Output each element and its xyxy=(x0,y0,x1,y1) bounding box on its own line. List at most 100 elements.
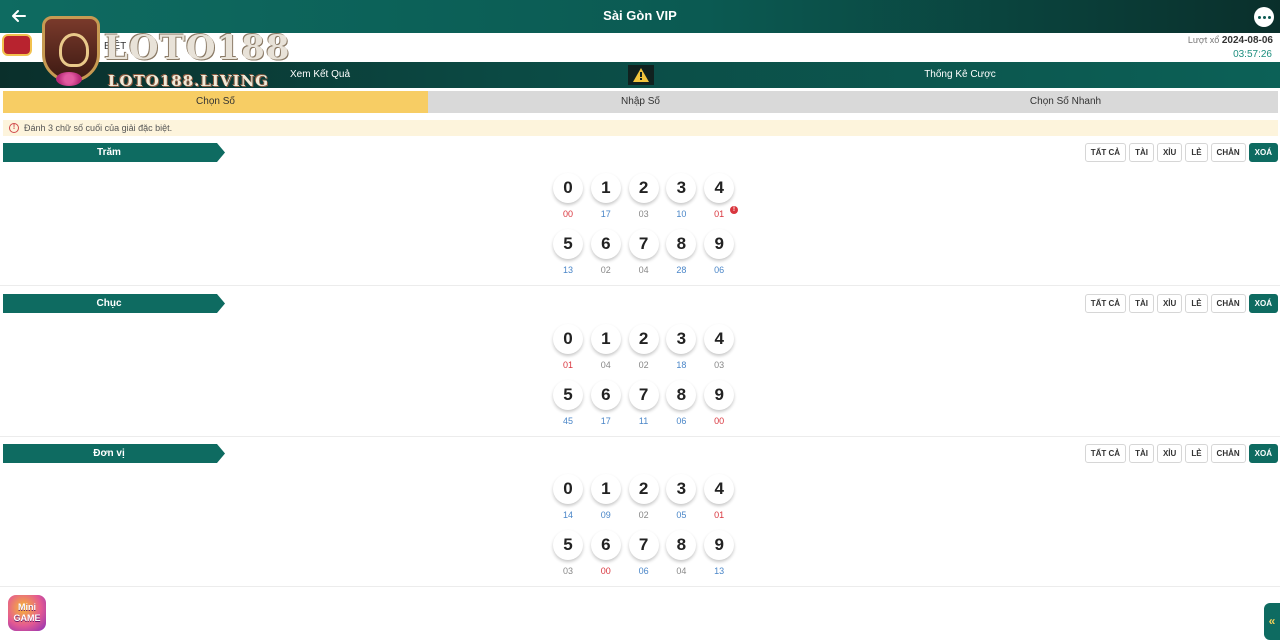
miss-count: 06 xyxy=(714,265,725,275)
tab-pick-number[interactable]: Chọn Số xyxy=(3,91,428,113)
rule-notice: ! Đánh 3 chữ số cuối của giải đặc biệt. xyxy=(3,120,1278,136)
miss-count: 00 xyxy=(714,416,725,426)
draw-date: 2024-08-06 xyxy=(1221,35,1273,46)
number-cell: 7 11 xyxy=(627,380,661,426)
number-ball[interactable]: 9 xyxy=(704,380,735,410)
clear-button[interactable]: XOÁ xyxy=(1248,294,1278,313)
low-button[interactable]: XỈU xyxy=(1156,444,1183,463)
number-ball[interactable]: 8 xyxy=(666,229,697,259)
digit-section-units: Đơn vị TẤT CẢ TÀI XỈU LẺ CHẴN XOÁ 0 14 1 09 2 02 3 05 4… xyxy=(0,444,1280,587)
number-cell: 5 13 xyxy=(551,229,585,275)
number-cell: 1 04 xyxy=(589,324,623,370)
miss-count: 02 xyxy=(600,265,611,275)
clear-button[interactable]: XOÁ xyxy=(1248,143,1278,162)
number-ball[interactable]: 7 xyxy=(628,229,659,259)
number-cell: 1 09 xyxy=(589,474,623,520)
countdown-timer: 03:57:26 xyxy=(1233,49,1272,60)
number-ball[interactable]: 2 xyxy=(628,474,659,504)
section-label: Đơn vị xyxy=(3,444,225,463)
flower-icon xyxy=(56,72,82,86)
odd-button[interactable]: LẺ xyxy=(1185,143,1208,162)
number-cell: 0 14 xyxy=(551,474,585,520)
pick-mode-tabs: Chọn Số Nhập Số Chọn Số Nhanh xyxy=(3,91,1278,113)
side-collapse-button[interactable]: « xyxy=(1264,603,1280,640)
miss-count: 02 xyxy=(638,510,649,520)
low-button[interactable]: XỈU xyxy=(1156,294,1183,313)
draw-label-text: Lượt xổ xyxy=(1187,35,1220,45)
even-button[interactable]: CHẴN xyxy=(1210,143,1246,162)
number-ball[interactable]: 4 xyxy=(704,324,735,354)
even-button[interactable]: CHẴN xyxy=(1210,444,1246,463)
brand-name: LOTO188 xyxy=(104,28,291,68)
even-button[interactable]: CHẴN xyxy=(1210,294,1246,313)
number-ball[interactable]: 7 xyxy=(628,530,659,560)
number-cell: 8 28 xyxy=(664,229,698,275)
draw-label: Lượt xổ 2024-08-06 xyxy=(1188,35,1273,46)
high-button[interactable]: TÀI xyxy=(1129,143,1154,162)
bet-statistics-link[interactable]: Thống Kê Cược xyxy=(640,69,1280,80)
more-options-icon[interactable] xyxy=(1254,7,1274,27)
low-button[interactable]: XỈU xyxy=(1156,143,1183,162)
number-ball[interactable]: 8 xyxy=(666,380,697,410)
number-ball[interactable]: 9 xyxy=(704,530,735,560)
select-all-button[interactable]: TẤT CẢ xyxy=(1084,143,1127,162)
digit-section-hundreds: Trăm TẤT CẢ TÀI XỈU LẺ CHẴN XOÁ 0 00 1 17 2 03 3 10 4 01… xyxy=(0,143,1280,286)
number-cell: 9 06 xyxy=(702,229,736,275)
number-ball[interactable]: 0 xyxy=(553,173,583,203)
number-ball[interactable]: 3 xyxy=(666,474,697,504)
number-ball[interactable]: 0 xyxy=(553,474,583,504)
miss-count: 13 xyxy=(714,566,725,576)
number-cell: 5 03 xyxy=(551,530,585,576)
miss-count: 03 xyxy=(638,209,649,219)
number-cell: 4 03 xyxy=(702,324,736,370)
high-button[interactable]: TÀI xyxy=(1129,294,1154,313)
miss-count: 10 xyxy=(676,209,687,219)
number-ball[interactable]: 3 xyxy=(666,324,697,354)
quick-select-group: TẤT CẢ TÀI XỈU LẺ CHẴN XOÁ xyxy=(1084,294,1278,313)
number-cell: 3 05 xyxy=(664,474,698,520)
number-cell: 1 17 xyxy=(589,173,623,219)
number-cell: 9 00 xyxy=(702,380,736,426)
odd-button[interactable]: LẺ xyxy=(1185,294,1208,313)
number-ball[interactable]: 4 xyxy=(704,474,735,504)
quick-select-group: TẤT CẢ TÀI XỈU LẺ CHẴN XOÁ xyxy=(1084,444,1278,463)
select-all-button[interactable]: TẤT CẢ xyxy=(1084,444,1127,463)
miss-count: 06 xyxy=(676,416,687,426)
number-ball[interactable]: 4 xyxy=(704,173,735,203)
high-button[interactable]: TÀI xyxy=(1129,444,1154,463)
tab-enter-number[interactable]: Nhập Số xyxy=(428,91,853,113)
number-ball[interactable]: 0 xyxy=(553,324,583,354)
select-all-button[interactable]: TẤT CẢ xyxy=(1084,294,1127,313)
number-ball[interactable]: 1 xyxy=(590,474,621,504)
clear-button[interactable]: XOÁ xyxy=(1248,444,1278,463)
number-ball[interactable]: 5 xyxy=(553,229,583,259)
number-cell: 9 13 xyxy=(702,530,736,576)
miss-count: 28 xyxy=(676,265,687,275)
number-ball[interactable]: 6 xyxy=(590,530,621,560)
number-ball[interactable]: 2 xyxy=(628,173,659,203)
number-ball[interactable]: 6 xyxy=(590,380,621,410)
number-ball[interactable]: 5 xyxy=(553,530,583,560)
number-ball[interactable]: 8 xyxy=(666,530,697,560)
number-ball[interactable]: 5 xyxy=(553,380,583,410)
miss-count: 09 xyxy=(600,510,611,520)
miss-count: 00 xyxy=(600,566,611,576)
tab-quick-pick[interactable]: Chọn Số Nhanh xyxy=(853,91,1278,113)
number-ball[interactable]: 3 xyxy=(666,173,697,203)
number-ball[interactable]: 6 xyxy=(590,229,621,259)
number-ball[interactable]: 2 xyxy=(628,324,659,354)
miss-count: 45 xyxy=(562,416,573,426)
brand-logo: LOTO188 LOTO188.LIVING xyxy=(0,10,289,92)
number-ball[interactable]: 7 xyxy=(628,380,659,410)
mini-game-button[interactable]: Mini GAME xyxy=(8,595,46,631)
number-ball[interactable]: 1 xyxy=(590,324,621,354)
miss-count: 02 xyxy=(638,360,649,370)
odd-button[interactable]: LẺ xyxy=(1185,444,1208,463)
miss-count: 14 xyxy=(562,510,573,520)
notice-text: Đánh 3 chữ số cuối của giải đặc biệt. xyxy=(24,123,173,133)
number-cell: 0 01 xyxy=(551,324,585,370)
number-ball[interactable]: 9 xyxy=(704,229,735,259)
miss-count: 17 xyxy=(600,416,611,426)
number-ball[interactable]: 1 xyxy=(590,173,621,203)
miss-count: 03 xyxy=(562,566,573,576)
